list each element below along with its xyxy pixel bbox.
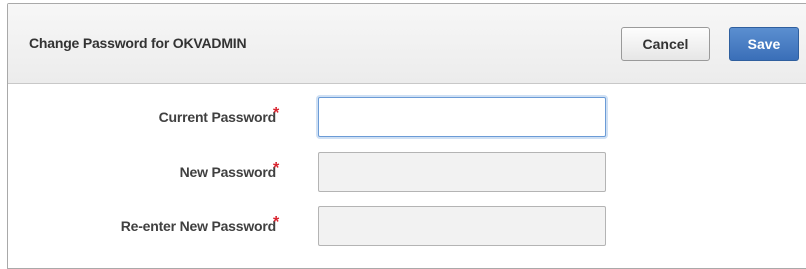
dialog-title: Change Password for OKVADMIN: [29, 35, 247, 51]
reenter-password-row: Re-enter New Password *: [8, 206, 628, 246]
save-button[interactable]: Save: [729, 27, 799, 61]
dialog-header: Change Password for OKVADMIN Cancel Save: [8, 4, 806, 84]
new-password-label: New Password: [179, 164, 277, 180]
reenter-password-label: Re-enter New Password: [120, 218, 276, 234]
cancel-button[interactable]: Cancel: [621, 27, 710, 61]
current-password-field[interactable]: [318, 97, 606, 137]
new-password-row: New Password *: [8, 152, 628, 192]
required-indicator: *: [273, 105, 280, 122]
current-password-label: Current Password: [158, 109, 277, 125]
change-password-dialog: Change Password for OKVADMIN Cancel Save…: [7, 3, 806, 269]
required-indicator: *: [273, 160, 280, 177]
current-password-row: Current Password *: [8, 97, 628, 137]
required-indicator: *: [273, 214, 280, 231]
reenter-password-field[interactable]: [318, 206, 606, 246]
new-password-field[interactable]: [318, 152, 606, 192]
